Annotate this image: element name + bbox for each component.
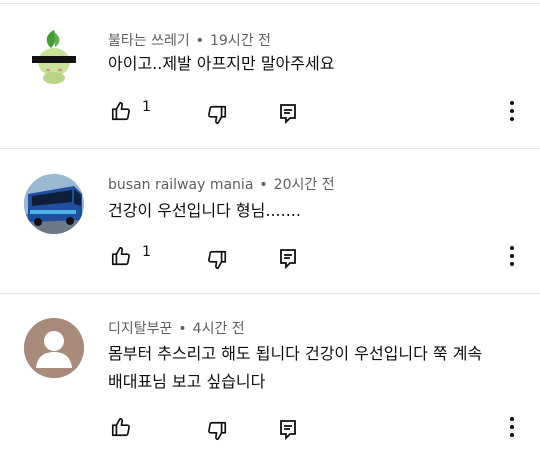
thumbs-up-icon (111, 417, 130, 437)
comment-meta: 디지탈부꾼 • 4시간 전 (108, 318, 245, 338)
more-vert-icon (510, 246, 514, 266)
comment-text-line: 몸부터 추스리고 해도 됩니다 건강이 우선입니다 쭉 계속 (108, 344, 483, 363)
green-pokemon-avatar-icon (32, 30, 76, 84)
dislike-button[interactable] (204, 102, 230, 128)
default-user-avatar-icon (24, 318, 84, 378)
author-name[interactable]: 디지탈부꾼 (108, 321, 172, 337)
thumbs-down-icon (208, 250, 227, 270)
more-options-button[interactable] (500, 97, 524, 125)
comment-item: busan railway mania • 20시간 전 건강이 우선입니다 형님.… (0, 149, 540, 293)
author-name[interactable]: busan railway mania (108, 177, 253, 193)
comment-text: 아이고..제발 아프지만 말아주세요 (108, 50, 518, 78)
avatar[interactable] (24, 318, 84, 378)
reply-comment-icon (280, 420, 296, 440)
thumbs-up-icon (111, 246, 130, 266)
more-options-button[interactable] (500, 413, 524, 441)
comment-text-line: 건강이 우선입니다 형님....... (108, 201, 301, 220)
thumbs-down-icon (208, 105, 227, 125)
blue-bus-avatar-icon (24, 174, 84, 234)
like-button[interactable] (108, 98, 134, 124)
author-name[interactable]: 불타는 쓰레기 (108, 33, 190, 49)
thumbs-up-icon (111, 101, 130, 121)
meta-separator: • (178, 321, 187, 337)
meta-separator: • (195, 33, 204, 49)
meta-separator: • (259, 177, 268, 193)
reply-button[interactable] (275, 416, 301, 442)
more-vert-icon (510, 417, 514, 437)
like-button[interactable] (108, 414, 134, 440)
like-count: 1 (142, 244, 151, 260)
timestamp[interactable]: 20시간 전 (274, 177, 335, 193)
comment-text: 몸부터 추스리고 해도 됩니다 건강이 우선입니다 쭉 계속 배대표님 보고 싶… (108, 340, 518, 396)
comment-item: 불타는 쓰레기 • 19시간 전 아이고..제발 아프지만 말아주세요 1 (0, 0, 540, 148)
like-count: 1 (142, 99, 151, 115)
comment-text: 건강이 우선입니다 형님....... (108, 197, 518, 225)
timestamp[interactable]: 4시간 전 (193, 321, 245, 337)
comment-meta: 불타는 쓰레기 • 19시간 전 (108, 30, 271, 50)
reply-button[interactable] (275, 245, 301, 271)
comment-item: 디지탈부꾼 • 4시간 전 몸부터 추스리고 해도 됩니다 건강이 우선입니다 쭉 … (0, 294, 540, 451)
like-button[interactable] (108, 243, 134, 269)
thumbs-down-icon (208, 421, 227, 441)
dislike-button[interactable] (204, 418, 230, 444)
comment-text-line: 배대표님 보고 싶습니다 (108, 372, 266, 391)
more-vert-icon (510, 101, 514, 121)
dislike-button[interactable] (204, 247, 230, 273)
more-options-button[interactable] (500, 242, 524, 270)
comment-meta: busan railway mania • 20시간 전 (108, 174, 335, 194)
reply-comment-icon (280, 104, 296, 124)
reply-comment-icon (280, 249, 296, 269)
reply-button[interactable] (275, 100, 301, 126)
comment-text-line: 아이고..제발 아프지만 말아주세요 (108, 54, 335, 73)
avatar[interactable] (24, 174, 84, 234)
timestamp[interactable]: 19시간 전 (210, 33, 271, 49)
avatar[interactable] (24, 26, 84, 86)
